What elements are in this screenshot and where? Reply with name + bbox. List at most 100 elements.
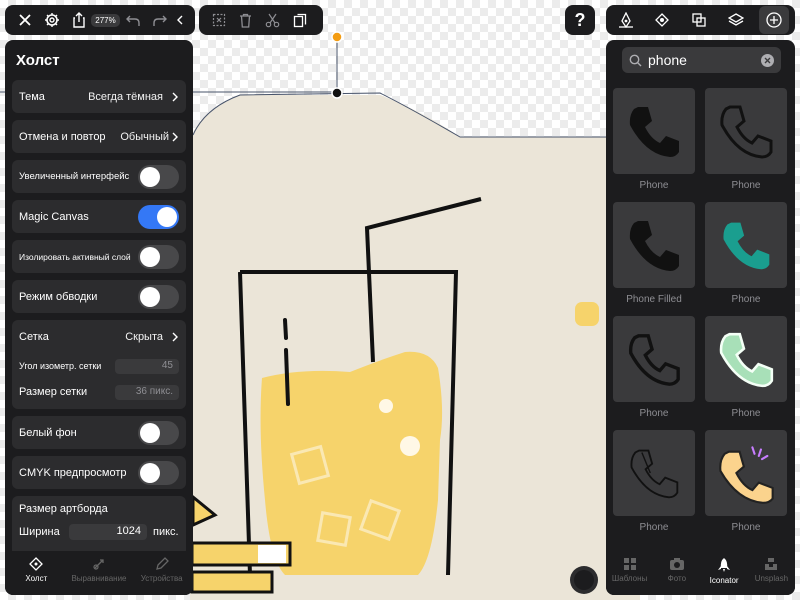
large-ui-toggle[interactable] [138,164,179,189]
magic-canvas-label: Magic Canvas [19,210,89,223]
pencil-icon [155,557,169,570]
templates-icon [623,558,636,570]
tab-align-label: Выравнивание [71,574,127,583]
trash-icon[interactable] [232,6,259,34]
grid-group: Сетка Скрыта Угол изометр. сетки 45 Разм… [12,320,186,409]
duplicate-icon[interactable] [286,6,313,34]
undo-redo-value: Обычный [120,130,169,143]
tab-align[interactable]: Выравнивание [69,557,129,583]
undo-icon[interactable] [119,6,146,34]
artboard-width-label: Ширина [19,526,60,538]
undo-redo-group: Отмена и повтор Обычный [12,120,186,153]
result-label: Phone [731,408,761,419]
close-icon[interactable] [11,6,38,34]
tab-iconator-label: Iconator [709,576,739,585]
magic-canvas-toggle[interactable] [138,204,179,229]
result-tile [705,316,787,402]
result-label: Phone [731,294,761,305]
search-icon [629,54,642,66]
redo-icon[interactable] [146,6,173,34]
artboard-width-row: Ширина 1024 пикс. [12,522,186,542]
tab-templates-label: Шаблоны [611,574,648,583]
result-label: Phone [731,522,761,533]
bubble-small [379,399,393,413]
share-icon[interactable] [65,6,92,34]
layers-icon[interactable] [722,6,749,34]
camera-icon [669,558,684,570]
artboard-width-field[interactable]: 1024 [69,524,147,540]
help-button[interactable]: ? [565,5,595,35]
rotate-handle[interactable] [331,31,343,43]
result-label: Phone [639,180,669,191]
boolean-icon[interactable] [686,6,713,34]
yellow-blob [575,302,599,326]
edit-toolbar [199,5,323,35]
node-icon[interactable] [649,6,676,34]
phone-icon [629,107,679,157]
icon-result[interactable]: Phone [613,88,695,191]
tab-unsplash[interactable]: Unsplash [748,557,795,583]
grid-angle-field[interactable]: 45 [115,358,179,374]
icon-result[interactable]: Phone [613,316,695,419]
grid-size-row: Размер сетки 36 пикс. [12,379,186,405]
tab-photo-label: Фото [667,574,687,583]
tab-templates[interactable]: Шаблоны [606,557,653,583]
gear-icon[interactable] [38,6,65,34]
scissors-icon[interactable] [259,6,286,34]
grid-value: Скрыта [125,330,163,343]
phone-icon [723,222,770,270]
isolate-layer-group: Изолировать активный слой [12,240,186,273]
outline-mode-toggle[interactable] [138,284,179,309]
phone-filled-icon [629,221,679,271]
outline-mode-row: Режим обводки [12,280,186,313]
icon-result[interactable]: Phone [705,202,787,305]
tab-photo[interactable]: Фото [653,557,700,583]
chevron-right-icon [172,92,178,101]
chevron-left-icon[interactable] [173,6,187,34]
record-button[interactable] [570,566,598,594]
tab-unsplash-label: Unsplash [754,574,789,583]
clear-search-icon[interactable] [761,53,774,67]
pen-tool-icon[interactable] [612,6,639,34]
undo-redo-row[interactable]: Отмена и повтор Обычный [12,120,186,153]
result-tile [705,430,787,516]
icon-result[interactable]: Phone [705,430,787,533]
tab-devices[interactable]: Устройства [132,557,192,583]
large-ui-row: Увеличенный интерфейс [12,160,186,193]
grid-size-label: Размер сетки [19,386,88,398]
zoom-level[interactable]: 277% [91,6,120,34]
icon-result[interactable]: Phone Filled [613,202,695,305]
unsplash-icon [765,558,778,570]
phone-ringing-icon [719,446,774,504]
artboard-group: Размер артборда Ширина 1024 пикс. [12,496,186,556]
tab-canvas[interactable]: Холст [6,557,66,583]
large-ui-label: Увеличенный интерфейс [19,171,130,182]
magic-canvas-group: Magic Canvas [12,200,186,233]
bubble-large [400,436,420,456]
isolate-layer-toggle[interactable] [138,244,179,269]
grid-row[interactable]: Сетка Скрыта [12,320,186,353]
tab-iconator[interactable]: Iconator [701,557,748,585]
white-bg-row: Белый фон [12,416,186,449]
outline-mode-group: Режим обводки [12,280,186,313]
cmyk-group: CMYK предпросмотр [12,456,186,489]
cmyk-toggle[interactable] [138,460,179,485]
icon-result[interactable]: Phone [705,316,787,419]
magic-canvas-row: Magic Canvas [12,200,186,233]
anchor-handle[interactable] [331,87,343,99]
white-bg-group: Белый фон [12,416,186,449]
select-box-icon[interactable] [205,6,232,34]
result-tile [705,88,787,174]
large-ui-group: Увеличенный интерфейс [12,160,186,193]
plus-icon[interactable] [759,6,789,34]
icon-result[interactable]: Phone [705,88,787,191]
icon-result[interactable]: Phone [613,430,695,533]
artboard-width-unit: пикс. [153,526,179,538]
white-bg-toggle[interactable] [138,420,179,445]
search-input[interactable] [648,52,761,68]
phone-icon [628,334,680,386]
isolate-layer-label: Изолировать активный слой [19,251,131,262]
chevron-right-icon [172,332,178,341]
grid-size-field[interactable]: 36 пикс. [115,384,179,400]
theme-row[interactable]: Тема Всегда тёмная [12,80,186,113]
